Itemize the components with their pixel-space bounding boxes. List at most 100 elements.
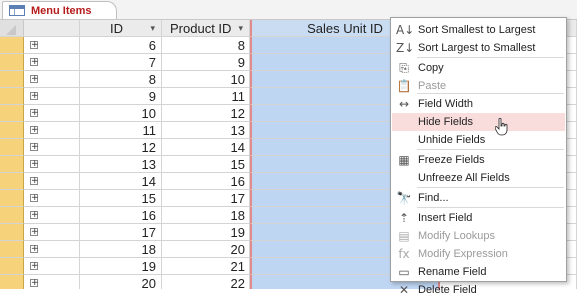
- menu-item-sort-ascending[interactable]: A↓ Sort Smallest to Largest: [392, 21, 565, 39]
- column-header-id[interactable]: ID ▾: [80, 20, 162, 37]
- menu-item-insert-field[interactable]: ⇡ Insert Field: [392, 209, 565, 227]
- record-selector[interactable]: [0, 275, 24, 289]
- cell-id[interactable]: 17: [80, 224, 162, 241]
- cell-id[interactable]: 12: [80, 139, 162, 156]
- cell-product-id[interactable]: 19: [162, 224, 250, 241]
- cell-product-id[interactable]: 16: [162, 173, 250, 190]
- cell-id[interactable]: 18: [80, 241, 162, 258]
- document-tab-label: Menu Items: [31, 4, 92, 17]
- modify-lookups-icon: ▤: [398, 229, 410, 243]
- record-selector[interactable]: [0, 156, 24, 173]
- menu-item-unfreeze-all-fields[interactable]: Unfreeze All Fields: [392, 169, 565, 187]
- expand-plus-icon[interactable]: +: [30, 194, 39, 203]
- cell-id[interactable]: 8: [80, 71, 162, 88]
- cell-product-id[interactable]: 14: [162, 139, 250, 156]
- subdatasheet-expander[interactable]: +: [24, 156, 80, 173]
- subdatasheet-expander[interactable]: +: [24, 71, 80, 88]
- dropdown-arrow-icon[interactable]: ▾: [238, 20, 243, 37]
- record-selector[interactable]: [0, 139, 24, 156]
- subdatasheet-expander[interactable]: +: [24, 241, 80, 258]
- cell-id[interactable]: 19: [80, 258, 162, 275]
- subdatasheet-expander[interactable]: +: [24, 258, 80, 275]
- hand-pointer-icon: [495, 118, 508, 136]
- cell-product-id[interactable]: 18: [162, 207, 250, 224]
- record-selector[interactable]: [0, 207, 24, 224]
- record-selector[interactable]: [0, 190, 24, 207]
- expand-plus-icon[interactable]: +: [30, 109, 39, 118]
- cell-id[interactable]: 9: [80, 88, 162, 105]
- cell-product-id[interactable]: 13: [162, 122, 250, 139]
- menu-item-freeze-fields[interactable]: ▦ Freeze Fields: [392, 151, 565, 169]
- cell-id[interactable]: 13: [80, 156, 162, 173]
- record-selector[interactable]: [0, 173, 24, 190]
- cell-product-id[interactable]: 17: [162, 190, 250, 207]
- expand-plus-icon[interactable]: +: [30, 126, 39, 135]
- record-selector[interactable]: [0, 241, 24, 258]
- cell-id[interactable]: 6: [80, 37, 162, 54]
- cell-product-id[interactable]: 12: [162, 105, 250, 122]
- menu-item-unhide-fields[interactable]: Unhide Fields: [392, 131, 565, 149]
- expand-plus-icon[interactable]: +: [30, 177, 39, 186]
- subdatasheet-expander[interactable]: +: [24, 275, 80, 289]
- record-selector[interactable]: [0, 54, 24, 71]
- cell-product-id[interactable]: 10: [162, 71, 250, 88]
- dropdown-arrow-icon[interactable]: ▾: [150, 20, 155, 37]
- menu-item-hide-fields[interactable]: Hide Fields: [392, 113, 565, 131]
- cell-id[interactable]: 16: [80, 207, 162, 224]
- binoculars-icon: 🔭: [396, 191, 412, 205]
- expand-plus-icon[interactable]: +: [30, 92, 39, 101]
- cell-id[interactable]: 15: [80, 190, 162, 207]
- expand-plus-icon[interactable]: +: [30, 41, 39, 50]
- record-selector[interactable]: [0, 224, 24, 241]
- expand-plus-icon[interactable]: +: [30, 279, 39, 288]
- subdatasheet-expander[interactable]: +: [24, 173, 80, 190]
- subdatasheet-expander[interactable]: +: [24, 105, 80, 122]
- expand-plus-icon[interactable]: +: [30, 262, 39, 271]
- expand-plus-icon[interactable]: +: [30, 245, 39, 254]
- document-tab-menu-items[interactable]: Menu Items: [2, 1, 117, 19]
- subdatasheet-expander[interactable]: +: [24, 139, 80, 156]
- subdatasheet-expander[interactable]: +: [24, 207, 80, 224]
- cell-id[interactable]: 10: [80, 105, 162, 122]
- record-selector[interactable]: [0, 88, 24, 105]
- record-selector[interactable]: [0, 37, 24, 54]
- cell-product-id[interactable]: 11: [162, 88, 250, 105]
- cell-id[interactable]: 11: [80, 122, 162, 139]
- record-selector[interactable]: [0, 105, 24, 122]
- field-width-icon: ↔: [398, 97, 410, 111]
- subdatasheet-expander[interactable]: +: [24, 122, 80, 139]
- cell-id[interactable]: 14: [80, 173, 162, 190]
- cell-product-id[interactable]: 20: [162, 241, 250, 258]
- menu-item-field-width[interactable]: ↔ Field Width: [392, 95, 565, 113]
- cell-id[interactable]: 20: [80, 275, 162, 289]
- subdatasheet-expander[interactable]: +: [24, 54, 80, 71]
- record-selector[interactable]: [0, 122, 24, 139]
- expand-plus-icon[interactable]: +: [30, 143, 39, 152]
- cell-product-id[interactable]: 15: [162, 156, 250, 173]
- menu-item-label: Delete Field: [418, 284, 477, 296]
- menu-item-rename-field[interactable]: ▭ Rename Field: [392, 263, 565, 281]
- subdatasheet-expander[interactable]: +: [24, 37, 80, 54]
- expand-plus-icon[interactable]: +: [30, 211, 39, 220]
- record-selector[interactable]: [0, 258, 24, 275]
- subdatasheet-expander[interactable]: +: [24, 88, 80, 105]
- column-header-product-id[interactable]: Product ID ▾: [162, 20, 250, 37]
- expand-plus-icon[interactable]: +: [30, 75, 39, 84]
- subdatasheet-expander[interactable]: +: [24, 224, 80, 241]
- cell-product-id[interactable]: 8: [162, 37, 250, 54]
- subdatasheet-expander[interactable]: +: [24, 190, 80, 207]
- cell-product-id[interactable]: 9: [162, 54, 250, 71]
- column-context-menu: A↓ Sort Smallest to Largest Z↓ Sort Largest…: [390, 17, 567, 297]
- menu-item-delete-field[interactable]: ✕ Delete Field: [392, 281, 565, 299]
- expand-plus-icon[interactable]: +: [30, 160, 39, 169]
- menu-item-find[interactable]: 🔭 Find...: [392, 189, 565, 207]
- expand-plus-icon[interactable]: +: [30, 58, 39, 67]
- cell-product-id[interactable]: 21: [162, 258, 250, 275]
- record-selector[interactable]: [0, 71, 24, 88]
- menu-item-copy[interactable]: ⎘ Copy: [392, 59, 565, 77]
- cell-id[interactable]: 7: [80, 54, 162, 71]
- cell-product-id[interactable]: 22: [162, 275, 250, 289]
- expand-plus-icon[interactable]: +: [30, 228, 39, 237]
- menu-item-sort-descending[interactable]: Z↓ Sort Largest to Smallest: [392, 39, 565, 57]
- select-all-corner[interactable]: [0, 20, 24, 37]
